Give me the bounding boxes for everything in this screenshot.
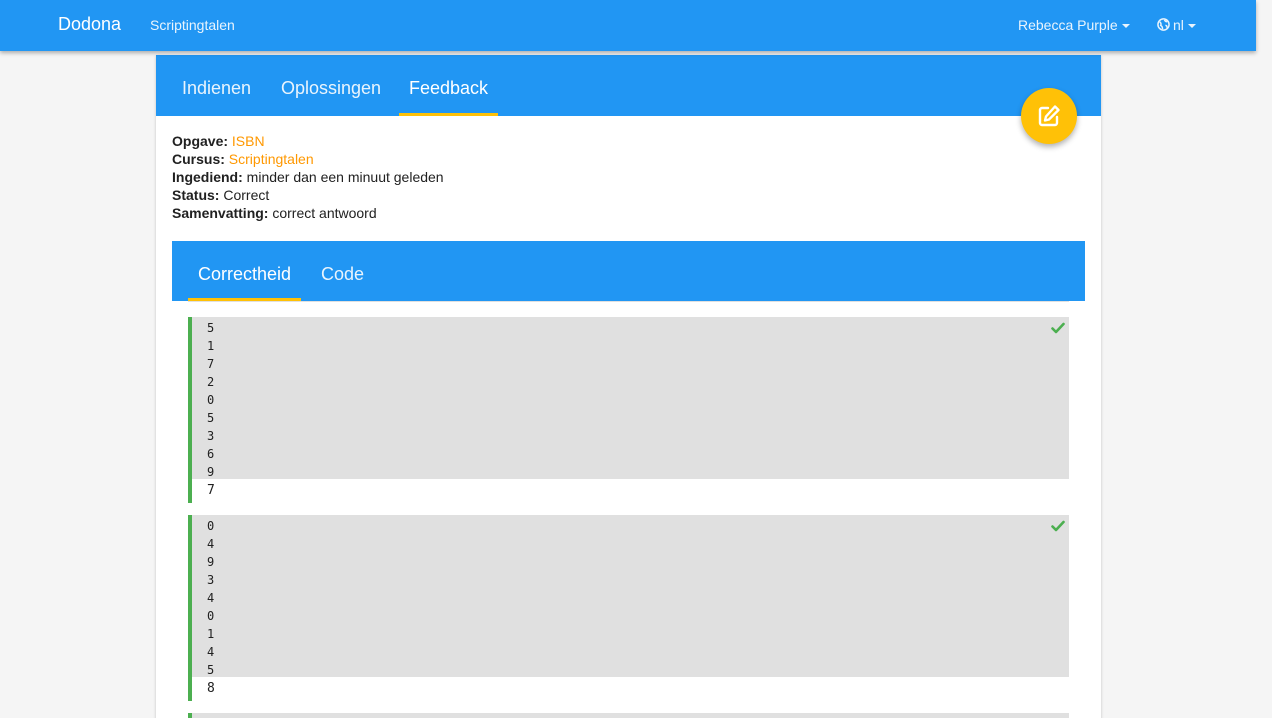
card-tabs: Indienen Oplossingen Feedback [156, 55, 1101, 116]
course-row: Cursus: Scriptingtalen [172, 151, 314, 167]
testcase-input [192, 713, 1069, 718]
divider [188, 301, 1069, 302]
language-label: nl [1173, 17, 1184, 33]
nav-course-link[interactable]: Scriptingtalen [150, 17, 235, 33]
edit-icon [1038, 105, 1060, 127]
testcase [188, 713, 1069, 718]
exercise-row: Opgave: ISBN [172, 133, 265, 149]
testcase: 0 4 9 3 4 0 1 4 5 8 [188, 515, 1069, 701]
feedback-panel: Correctheid Code 5 1 7 2 0 5 3 6 9 7 0 4… [172, 241, 1085, 718]
check-icon [1051, 520, 1065, 532]
submission-card: Indienen Oplossingen Feedback Opgave: IS… [156, 55, 1101, 718]
testcase-input: 0 4 9 3 4 0 1 4 5 [192, 515, 1069, 677]
testcases-list: 5 1 7 2 0 5 3 6 9 7 0 4 9 3 4 0 1 4 5 8 [172, 301, 1085, 718]
testcase-input: 5 1 7 2 0 5 3 6 9 [192, 317, 1069, 479]
exercise-link[interactable]: ISBN [232, 133, 265, 149]
caret-down-icon [1121, 24, 1130, 29]
testcase-output: 7 [192, 479, 1069, 503]
top-navbar: Dodona Scriptingtalen Rebecca Purple nl [0, 0, 1256, 51]
caret-down-icon [1187, 24, 1196, 29]
submission-info: Opgave: ISBN Cursus: Scriptingtalen Inge… [172, 132, 444, 222]
course-link[interactable]: Scriptingtalen [229, 151, 314, 167]
globe-icon [1157, 18, 1170, 31]
tab-feedback[interactable]: Feedback [399, 55, 499, 116]
check-icon [1051, 322, 1065, 334]
active-tab-indicator [399, 113, 499, 116]
submitted-row: Ingediend: minder dan een minuut geleden [172, 169, 444, 185]
user-menu[interactable]: Rebecca Purple [1018, 17, 1130, 33]
language-menu[interactable]: nl [1157, 17, 1196, 33]
tab-indienen[interactable]: Indienen [172, 55, 261, 116]
brand-link[interactable]: Dodona [58, 14, 121, 35]
tab-correctheid[interactable]: Correctheid [188, 241, 302, 301]
feedback-tabs: Correctheid Code [172, 241, 1085, 301]
testcase: 5 1 7 2 0 5 3 6 9 7 [188, 317, 1069, 503]
summary-row: Samenvatting: correct antwoord [172, 205, 377, 221]
user-name: Rebecca Purple [1018, 17, 1118, 33]
tab-oplossingen[interactable]: Oplossingen [271, 55, 391, 116]
status-row: Status: Correct [172, 187, 270, 203]
tab-code[interactable]: Code [311, 241, 374, 301]
edit-button[interactable] [1021, 88, 1077, 144]
testcase-output: 8 [192, 677, 1069, 701]
